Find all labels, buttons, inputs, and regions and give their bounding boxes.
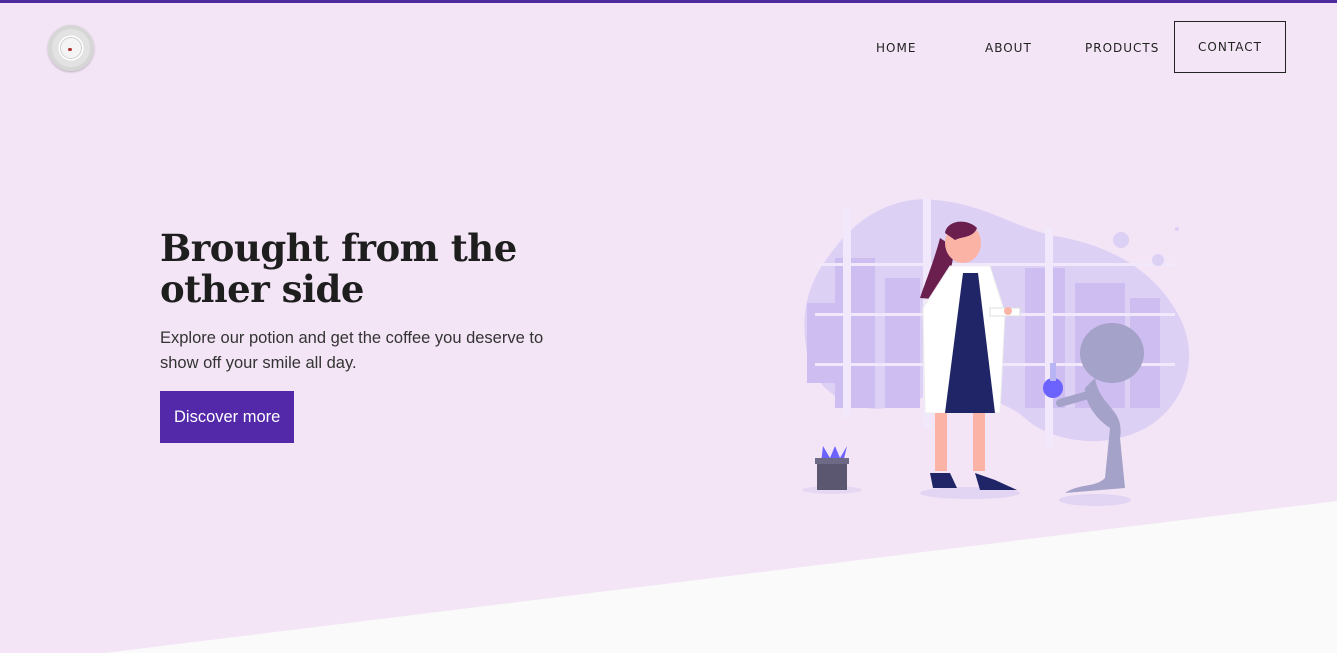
hero-section: Brought from the other side Explore our …: [160, 228, 580, 443]
coffee-cup-logo-icon[interactable]: [48, 25, 94, 71]
nav-about-link[interactable]: ABOUT: [985, 41, 1032, 55]
nav-products-link[interactable]: PRODUCTS: [1085, 41, 1159, 55]
hero-title-line-2: other side: [160, 267, 364, 311]
plant-pot: [802, 446, 862, 494]
hero-description: Explore our potion and get the coffee yo…: [160, 329, 544, 372]
discover-more-button[interactable]: Discover more: [160, 391, 295, 443]
scientist-and-alien-illustration: [802, 198, 1190, 506]
hero-title-line-1: Brought from the: [160, 226, 517, 270]
cup-dot: [68, 48, 72, 51]
nav-contact-button[interactable]: CONTACT: [1174, 21, 1286, 73]
hero-title: Brought from the other side: [160, 228, 580, 310]
site-header: HOME ABOUT PRODUCTS CONTACT: [0, 3, 1337, 93]
nav-home-link[interactable]: HOME: [876, 41, 916, 55]
